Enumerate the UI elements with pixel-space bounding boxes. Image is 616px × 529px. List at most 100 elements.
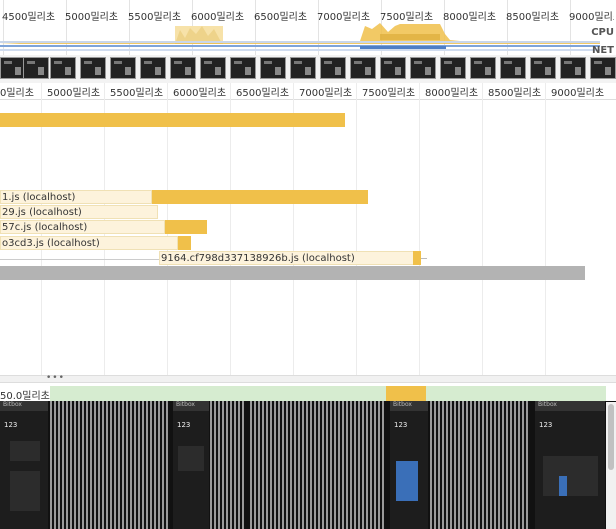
- frame-stripe: [142, 401, 144, 529]
- pane-resizer[interactable]: •••: [0, 373, 616, 383]
- filmstrip-thumbnail[interactable]: [380, 57, 406, 79]
- filmstrip-thumbnail[interactable]: [23, 57, 49, 79]
- frame-stripe: [150, 401, 152, 529]
- timeline-gridline: [356, 83, 357, 375]
- frame-stripe: [438, 401, 440, 529]
- frame-boundary-lines: [0, 401, 606, 529]
- network-request-download[interactable]: [152, 190, 368, 204]
- frame-stripe: [470, 401, 472, 529]
- frame-stripe: [482, 401, 484, 529]
- frame-stripe: [474, 401, 476, 529]
- long-task-bar[interactable]: [0, 266, 585, 280]
- filmstrip-thumbnail[interactable]: [230, 57, 256, 79]
- frame-stripe: [158, 401, 160, 529]
- main-task-bar[interactable]: [0, 113, 345, 127]
- net-activity-line-secondary: [0, 49, 600, 51]
- frame-stripe: [294, 401, 296, 529]
- network-request[interactable]: 57c.js (localhost): [0, 220, 165, 234]
- filmstrip-thumbnail[interactable]: [560, 57, 586, 79]
- frame-stripe: [330, 401, 332, 529]
- frame-stripe: [134, 401, 136, 529]
- timeline-gridline: [545, 83, 546, 375]
- frame-stripe: [506, 401, 508, 529]
- frame-stripe: [274, 401, 276, 529]
- frame-stripe: [78, 401, 80, 529]
- ruler-tick-label: 7000밀리초: [299, 88, 353, 99]
- filmstrip-thumbnail[interactable]: [590, 57, 616, 79]
- filmstrip-thumbnail[interactable]: [410, 57, 436, 79]
- frame-stripe: [114, 401, 116, 529]
- network-request-label: 57c.js (localhost): [2, 222, 88, 233]
- filmstrip-thumbnail[interactable]: [290, 57, 316, 79]
- filmstrip-thumbnail[interactable]: [80, 57, 106, 79]
- ruler-tick-label: 8000밀리초: [425, 88, 479, 99]
- filmstrip-thumbnail[interactable]: [350, 57, 376, 79]
- network-request[interactable]: 9164.cf798d337138926b.js (localhost): [159, 251, 414, 265]
- ruler-tick-label: 8500밀리초: [488, 88, 542, 99]
- net-request-marker: [360, 46, 446, 49]
- frame-stripe: [458, 401, 460, 529]
- frame-stripe: [370, 401, 372, 529]
- frame-stripe: [270, 401, 272, 529]
- screenshot-scrollbar[interactable]: [606, 402, 616, 529]
- frame-stripe: [498, 401, 500, 529]
- frame-stripe: [94, 401, 96, 529]
- frame-stripe: [98, 401, 100, 529]
- ruler-tick-label: 6000밀리초: [173, 88, 227, 99]
- network-request-download[interactable]: [178, 236, 191, 250]
- network-request-label: o3cd3.js (localhost): [2, 238, 100, 249]
- frame-stripe: [358, 401, 360, 529]
- filmstrip-thumbnail[interactable]: [140, 57, 166, 79]
- scrollbar-thumb[interactable]: [608, 404, 614, 470]
- frame-stripe: [514, 401, 516, 529]
- ruler-tick-label: 5000밀리초: [47, 88, 101, 99]
- frame-stripe: [334, 401, 336, 529]
- frame-stripe: [226, 401, 228, 529]
- frame-stripe: [486, 401, 488, 529]
- frame-stripe: [106, 401, 108, 529]
- frame-stripe: [466, 401, 468, 529]
- frame-stripe: [210, 401, 212, 529]
- frame-stripe: [70, 401, 72, 529]
- filmstrip-thumbnail[interactable]: [500, 57, 526, 79]
- frame-stripe: [278, 401, 280, 529]
- filmstrip-thumbnail[interactable]: [440, 57, 466, 79]
- cpu-scripting-area: [0, 23, 600, 44]
- network-request[interactable]: 29.js (localhost): [0, 205, 158, 219]
- frame-stripe: [238, 401, 240, 529]
- frame-stripe: [110, 401, 112, 529]
- filmstrip-thumbnail[interactable]: [530, 57, 556, 79]
- frame-stripe: [162, 401, 164, 529]
- frame-stripe: [510, 401, 512, 529]
- network-request-download[interactable]: [413, 251, 421, 265]
- idle-frames-segment: [0, 386, 386, 401]
- frame-stripe: [454, 401, 456, 529]
- filmstrip-thumbnail[interactable]: [260, 57, 286, 79]
- network-request-download[interactable]: [165, 220, 207, 234]
- frame-stripe: [250, 401, 252, 529]
- overview-pane[interactable]: 4500밀리초 5000밀리초 5500밀리초 6000밀리초 6500밀리초 …: [0, 0, 616, 55]
- frame-stripe: [50, 401, 52, 529]
- filmstrip-thumbnail[interactable]: [470, 57, 496, 79]
- frame-stripe: [310, 401, 312, 529]
- frame-stripe: [122, 401, 124, 529]
- frame-stripe: [266, 401, 268, 529]
- filmstrip-thumbnail[interactable]: [50, 57, 76, 79]
- filmstrip-thumbnail[interactable]: [170, 57, 196, 79]
- filmstrip-thumbnail[interactable]: [320, 57, 346, 79]
- frame-stripe: [82, 401, 84, 529]
- frame-stripe: [450, 401, 452, 529]
- frame-stripe: [318, 401, 320, 529]
- frame-stripe: [138, 401, 140, 529]
- frame-stripe: [242, 401, 244, 529]
- frame-duration-label: 50.0밀리초: [0, 391, 50, 402]
- filmstrip[interactable]: [0, 55, 616, 83]
- timeline-ruler[interactable]: 0밀리초 5000밀리초 5500밀리초 6000밀리초 6500밀리초 700…: [0, 83, 616, 100]
- network-request[interactable]: o3cd3.js (localhost): [0, 236, 178, 250]
- network-request[interactable]: 1.js (localhost): [0, 190, 152, 204]
- ruler-tick-label: 5500밀리초: [110, 88, 164, 99]
- cpu-peak: [380, 34, 440, 40]
- frame-stripe: [118, 401, 120, 529]
- filmstrip-thumbnail[interactable]: [200, 57, 226, 79]
- filmstrip-thumbnail[interactable]: [110, 57, 136, 79]
